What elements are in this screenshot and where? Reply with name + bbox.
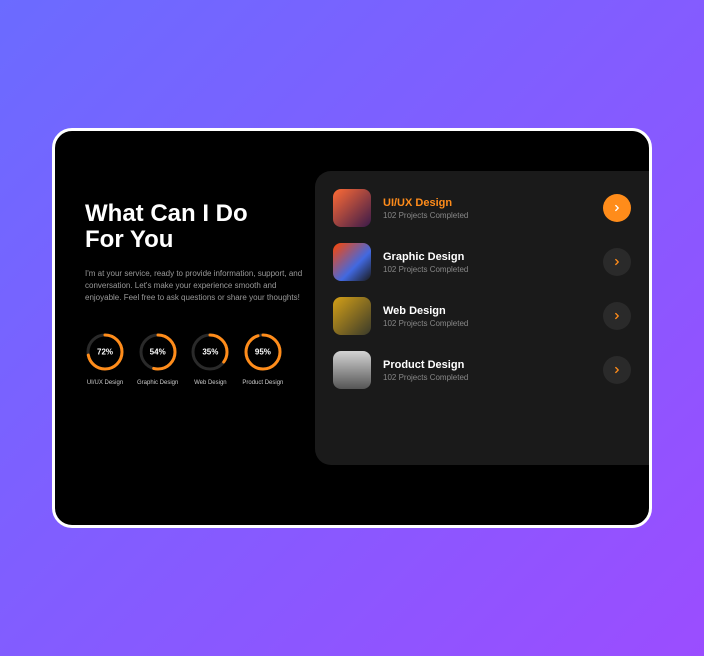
service-thumbnail: [333, 297, 371, 335]
progress-ring: 35%: [190, 332, 230, 372]
service-title: Product Design: [383, 359, 591, 371]
service-thumbnail: [333, 351, 371, 389]
service-arrow-button[interactable]: [603, 194, 631, 222]
service-title: UI/UX Design: [383, 197, 591, 209]
ring-name: Product Design: [242, 380, 283, 386]
service-thumbnail: [333, 243, 371, 281]
service-subtitle: 102 Projects Completed: [383, 211, 591, 220]
chevron-right-icon: [612, 203, 622, 213]
service-subtitle: 102 Projects Completed: [383, 373, 591, 382]
service-thumbnail: [333, 189, 371, 227]
service-item-product[interactable]: Product Design 102 Projects Completed: [333, 351, 631, 389]
progress-ring: 95%: [243, 332, 283, 372]
ring-item-graphic: 54% Graphic Design: [137, 332, 178, 386]
ring-item-web: 35% Web Design: [190, 332, 230, 386]
progress-ring: 72%: [85, 332, 125, 372]
services-card: What Can I Do For You I'm at your servic…: [52, 128, 652, 528]
ring-name: UI/UX Design: [87, 380, 123, 386]
service-arrow-button[interactable]: [603, 302, 631, 330]
ring-item-product: 95% Product Design: [242, 332, 283, 386]
ring-percent: 72%: [97, 347, 113, 356]
progress-ring: 54%: [138, 332, 178, 372]
page-title: What Can I Do For You: [85, 201, 305, 254]
title-line-1: What Can I Do: [85, 201, 305, 227]
ring-name: Graphic Design: [137, 380, 178, 386]
services-list: UI/UX Design 102 Projects Completed Grap…: [315, 171, 649, 465]
ring-percent: 54%: [150, 347, 166, 356]
service-text: UI/UX Design 102 Projects Completed: [383, 197, 591, 220]
ring-item-uiux: 72% UI/UX Design: [85, 332, 125, 386]
chevron-right-icon: [612, 311, 622, 321]
service-subtitle: 102 Projects Completed: [383, 265, 591, 274]
service-arrow-button[interactable]: [603, 356, 631, 384]
service-item-graphic[interactable]: Graphic Design 102 Projects Completed: [333, 243, 631, 281]
chevron-right-icon: [612, 365, 622, 375]
page-description: I'm at your service, ready to provide in…: [85, 268, 305, 304]
left-panel: What Can I Do For You I'm at your servic…: [55, 131, 315, 525]
service-item-uiux[interactable]: UI/UX Design 102 Projects Completed: [333, 189, 631, 227]
service-subtitle: 102 Projects Completed: [383, 319, 591, 328]
ring-name: Web Design: [194, 380, 227, 386]
progress-rings: 72% UI/UX Design 54% Graphic Design 35% …: [85, 332, 305, 386]
service-title: Graphic Design: [383, 251, 591, 263]
service-item-web[interactable]: Web Design 102 Projects Completed: [333, 297, 631, 335]
service-text: Product Design 102 Projects Completed: [383, 359, 591, 382]
service-arrow-button[interactable]: [603, 248, 631, 276]
service-text: Graphic Design 102 Projects Completed: [383, 251, 591, 274]
chevron-right-icon: [612, 257, 622, 267]
title-line-2: For You: [85, 227, 305, 253]
service-text: Web Design 102 Projects Completed: [383, 305, 591, 328]
service-title: Web Design: [383, 305, 591, 317]
ring-percent: 95%: [255, 347, 271, 356]
ring-percent: 35%: [202, 347, 218, 356]
